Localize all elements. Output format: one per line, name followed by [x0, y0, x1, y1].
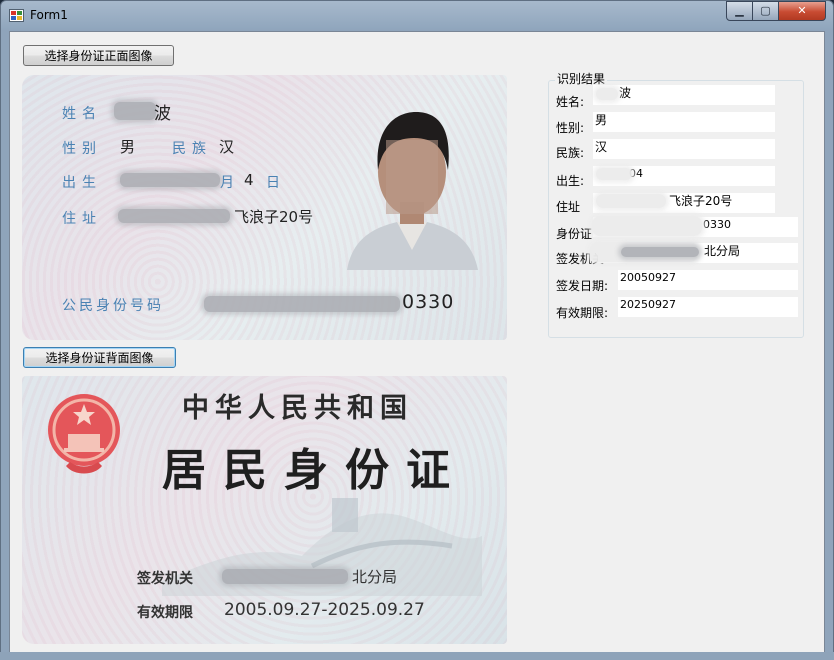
result-expiry-field[interactable]: 20250927 — [618, 297, 798, 317]
card-birth-month-unit: 月 — [220, 175, 234, 191]
card-sex-value: 男 — [120, 138, 136, 156]
card-label-sex: 性别 — [62, 141, 102, 157]
back-label-validity: 有效期限 — [137, 605, 193, 621]
card-label-id-number: 公民身份号码 — [62, 298, 164, 314]
maximize-button[interactable]: ▢ — [752, 1, 779, 21]
result-ethnicity-field[interactable]: 汉 — [593, 139, 775, 159]
card-label-ethnicity: 民族 — [172, 141, 212, 157]
result-issue-date-label: 签发日期: — [556, 279, 609, 293]
minimize-button[interactable]: ▁ — [726, 1, 753, 21]
result-sex-field[interactable]: 男 — [593, 112, 775, 132]
redaction-blur — [621, 247, 699, 257]
back-issuer-value: 北分局 — [352, 568, 398, 586]
id-card-front-image: 姓名 波 性别 男 民族 汉 出生 月 4 日 住址 飞浪子20号 公民身份号码… — [22, 75, 507, 340]
app-icon — [9, 9, 24, 22]
back-country-name: 中华人民共和国 — [182, 393, 413, 424]
window-title: Form1 — [30, 8, 68, 22]
result-sex-label: 性别: — [556, 121, 585, 135]
redaction-blur — [596, 88, 618, 100]
redaction-blur — [222, 569, 348, 584]
card-ethnicity-value: 汉 — [219, 138, 235, 156]
result-issue-date-value: 20050927 — [620, 271, 676, 284]
result-name-field[interactable]: 波 — [593, 85, 775, 105]
id-card-back-image: 中华人民共和国 居民身份证 签发机关 北分局 有效期限 2005.09.27-2… — [22, 376, 507, 644]
card-name-value: 波 — [154, 104, 171, 124]
select-front-image-button[interactable]: 选择身份证正面图像 — [23, 45, 174, 66]
result-id-label: 身份证 — [556, 227, 593, 241]
result-issue-date-field[interactable]: 20050927 — [618, 270, 798, 290]
card-birth-day: 4 — [244, 171, 254, 189]
title-bar[interactable]: Form1 ▁ ▢ ✕ — [1, 1, 833, 31]
card-address-value: 飞浪子20号 — [234, 208, 314, 226]
result-ethnicity-label: 民族: — [556, 146, 585, 160]
close-button[interactable]: ✕ — [778, 1, 826, 21]
result-id-value: 0330 — [703, 218, 731, 231]
redaction-blur — [592, 216, 702, 236]
card-id-number-value: 0330 — [402, 291, 455, 313]
result-issuer-value: 北分局 — [704, 244, 741, 258]
redaction-blur — [114, 102, 156, 120]
app-window: Form1 ▁ ▢ ✕ 选择身份证正面图像 姓名 波 性别 男 民族 汉 出生 … — [0, 0, 834, 660]
result-address-value: 飞浪子20号 — [669, 194, 733, 208]
card-birth-day-unit: 日 — [266, 175, 280, 191]
form-client-area: 选择身份证正面图像 姓名 波 性别 男 民族 汉 出生 月 4 日 住址 飞浪子… — [9, 31, 825, 653]
card-label-birth: 出生 — [62, 175, 102, 191]
redaction-blur — [204, 296, 400, 312]
portrait-photo — [347, 112, 478, 270]
result-birth-label: 出生: — [556, 174, 585, 188]
redaction-blur — [596, 194, 666, 208]
card-label-address: 住址 — [62, 211, 102, 227]
redaction-blur — [596, 168, 632, 180]
card-label-name: 姓名 — [62, 106, 102, 122]
result-expiry-label: 有效期限: — [556, 306, 609, 320]
result-name-label: 姓名: — [556, 95, 585, 109]
national-emblem-icon — [48, 394, 120, 474]
result-name-value: 波 — [619, 86, 632, 100]
redaction-blur — [120, 173, 220, 187]
back-validity-value: 2005.09.27-2025.09.27 — [224, 600, 425, 620]
select-back-image-button[interactable]: 选择身份证背面图像 — [23, 347, 176, 368]
result-ethnicity-value: 汉 — [595, 140, 608, 154]
redaction-blur — [118, 209, 230, 223]
back-label-issuer: 签发机关 — [137, 571, 193, 587]
result-address-label: 住址 — [556, 200, 581, 214]
result-expiry-value: 20250927 — [620, 298, 676, 311]
window-bottom-frame — [0, 652, 834, 660]
result-sex-value: 男 — [595, 113, 608, 127]
